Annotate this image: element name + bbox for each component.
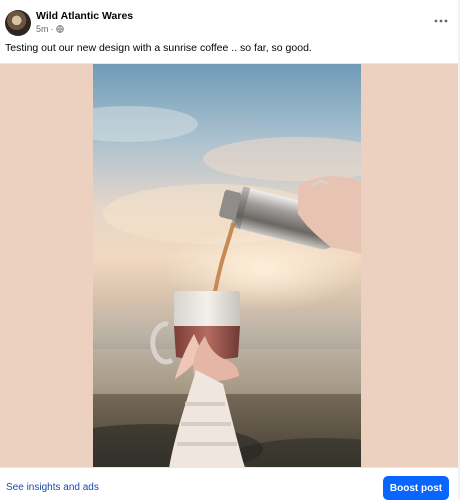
post-header: Wild Atlantic Wares 5m · [0, 0, 460, 40]
meta-separator: · [50, 24, 54, 34]
globe-icon[interactable] [55, 25, 64, 33]
insights-link[interactable]: See insights and ads [6, 482, 99, 493]
post-footer: See insights and ads Boost post [0, 467, 460, 501]
post-meta: 5m · [36, 24, 64, 34]
post-caption: Testing out our new design with a sunris… [5, 42, 312, 54]
post-media[interactable] [0, 63, 460, 468]
post-time[interactable]: 5m [36, 24, 49, 34]
boost-post-button[interactable]: Boost post [383, 476, 449, 500]
page-avatar[interactable] [5, 10, 31, 36]
more-options-icon [434, 19, 448, 23]
page-name[interactable]: Wild Atlantic Wares [36, 10, 133, 22]
post-photo[interactable] [93, 64, 361, 468]
more-options-button[interactable] [431, 14, 451, 28]
